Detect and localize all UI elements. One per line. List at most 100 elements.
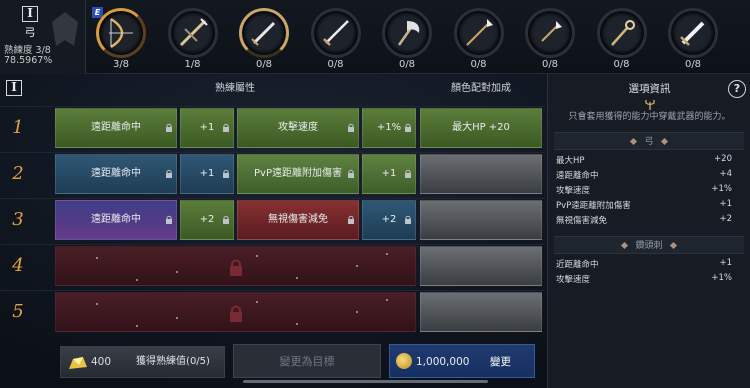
sparkle (386, 299, 388, 301)
stat-name: 近距離命中 (556, 260, 599, 270)
sparkle (256, 301, 258, 303)
gain-proficiency-button[interactable]: 400 獲得熟練值(0/5) (60, 346, 225, 378)
tier-roman-badge: I (6, 80, 22, 96)
help-button[interactable]: ? (728, 80, 746, 98)
attr-b-name[interactable]: PvP遠距離附加傷害 (237, 154, 359, 194)
weapon-slot-7[interactable]: 0/8 (519, 6, 579, 72)
proficiency-percent: 78.5967% (4, 55, 53, 66)
weapon-slot-1[interactable]: 3/8 (90, 6, 150, 72)
weapon-ring (596, 8, 647, 58)
weapon-count: 0/8 (613, 59, 630, 70)
sparkle (136, 325, 138, 327)
attr-a-value[interactable]: +1 (180, 108, 234, 148)
attr-b-value[interactable]: +1 (362, 154, 416, 194)
color-bonus-cell (420, 154, 542, 194)
stat-name: 最大HP (556, 156, 585, 166)
lock-icon (347, 203, 355, 224)
weapon-count: 0/8 (470, 59, 487, 70)
row-number: 1 (12, 117, 24, 138)
section-header-other: 鑽頭刺 (554, 236, 744, 254)
scrollbar[interactable] (243, 380, 488, 383)
color-bonus-cell (420, 246, 542, 286)
row-number: 4 (12, 255, 24, 276)
short-spear-icon (541, 21, 562, 42)
weapon-type-name: 弓 (24, 26, 36, 39)
sparkle (356, 265, 358, 267)
section-header-bow: 弓 (554, 132, 744, 150)
cell-text: +1 (199, 122, 215, 133)
attr-a-name[interactable]: 遠距離命中 (55, 154, 177, 194)
attr-a-name[interactable]: 遠距離命中 (55, 108, 177, 148)
stat-name: 攻擊速度 (556, 275, 591, 285)
stat-line: 最大HP +20 (556, 154, 742, 168)
sparkle (296, 277, 298, 279)
cell-text: 遠距離命中 (91, 168, 141, 179)
stat-value: +1 (719, 199, 732, 209)
cell-text: +2 (381, 214, 397, 225)
weapon-ring (382, 8, 432, 58)
weapon-slot-4[interactable]: 0/8 (305, 6, 365, 72)
stat-name: 遠距離命中 (556, 171, 599, 181)
row-number: 3 (12, 209, 24, 230)
attr-a-value[interactable]: +1 (180, 154, 234, 194)
sparkle (96, 303, 98, 305)
cost-amount: 1,000,000 (416, 356, 470, 368)
cell-text: 遠距離命中 (91, 214, 141, 225)
weapon-slot-5[interactable]: 0/8 (376, 6, 436, 72)
sparkle (256, 255, 258, 257)
lock-icon (347, 111, 355, 132)
row-number: 2 (12, 163, 24, 184)
stat-name: PvP遠距離附加傷害 (556, 201, 631, 211)
sparkle (136, 279, 138, 281)
attr-a-value[interactable]: +2 (180, 200, 234, 240)
stat-value: +1% (711, 184, 732, 194)
lock-icon (404, 203, 412, 224)
stat-line: 攻擊速度 +1% (556, 184, 742, 198)
change-to-target-button[interactable]: 變更為目標 (233, 344, 381, 378)
weapon-count: 0/8 (327, 59, 344, 70)
stat-line: 近距離命中 +1 (556, 258, 742, 272)
stat-line: 攻擊速度 +1% (556, 273, 742, 287)
big-lock-icon (229, 258, 243, 276)
attr-b-name[interactable]: 攻擊速度 (237, 108, 359, 148)
weapon-slot-6[interactable]: 0/8 (448, 6, 508, 72)
stat-line: 無視傷害減免 +2 (556, 214, 742, 228)
proficiency-level: 熟練度 3/8 (4, 45, 51, 56)
weapon-slot-9[interactable]: 0/8 (662, 6, 722, 72)
cell-text: +2 (199, 214, 215, 225)
attr-b-name[interactable]: 無視傷害減免 (237, 200, 359, 240)
change-label: 變更 (490, 356, 511, 368)
weapon-slot-3[interactable]: 0/8 (233, 6, 293, 72)
bonus-text: 最大HP +20 (452, 122, 510, 133)
row-number: 5 (12, 301, 24, 322)
dagger-icon (251, 21, 276, 46)
attr-a-name[interactable]: 遠距離命中 (55, 200, 177, 240)
axe-icon (397, 21, 420, 46)
bow-icon (109, 17, 133, 49)
change-button[interactable]: 1,000,000 變更 (389, 344, 535, 378)
weapon-slot-2[interactable]: 1/8 (162, 6, 222, 72)
stat-value: +1 (719, 258, 732, 268)
weapon-ring (239, 8, 289, 58)
sparkle (96, 257, 98, 259)
lock-icon (404, 111, 412, 132)
sparkle (386, 253, 388, 255)
cell-text: +1 (199, 168, 215, 179)
sparkle (176, 317, 178, 319)
color-bonus-cell: 最大HP +20 (420, 108, 542, 148)
stat-value: +20 (714, 154, 732, 164)
panel-title: 選項資訊 (628, 83, 671, 95)
panel-subtitle: 只會套用獲得的能力中穿戴武器的能力。 (568, 112, 731, 122)
header-proficiency-attr: 熟練屬性 (215, 83, 255, 94)
attr-b-value[interactable]: +1% (362, 108, 416, 148)
stat-value: +2 (719, 214, 732, 224)
crossbow-icon (179, 18, 208, 47)
cell-text: 遠距離命中 (91, 122, 141, 133)
gold-material-icon (69, 357, 87, 369)
cell-text: 攻擊速度 (278, 122, 318, 133)
weapon-ring (310, 8, 361, 58)
color-bonus-cell (420, 292, 542, 332)
weapon-count: 1/8 (184, 59, 201, 70)
attr-b-value[interactable]: +2 (362, 200, 416, 240)
weapon-slot-8[interactable]: 0/8 (591, 6, 651, 72)
